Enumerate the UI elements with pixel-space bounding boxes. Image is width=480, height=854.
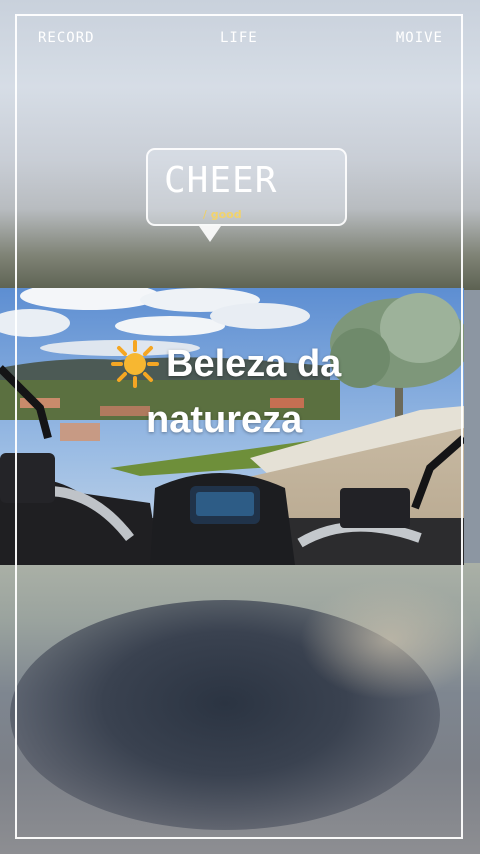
bubble-subtitle-text: good [210, 208, 242, 221]
nav-record[interactable]: RECORD [38, 30, 95, 46]
nav-movie[interactable]: MOIVE [396, 30, 443, 46]
caption-text-1: Beleza da [166, 343, 342, 385]
nav-life[interactable]: LIFE [220, 30, 258, 46]
sun-icon [110, 339, 160, 389]
bubble-title: CHEER [164, 160, 278, 201]
bubble-subtitle: / good [203, 208, 242, 221]
caption-line-1: Beleza da [110, 336, 410, 392]
caption-line-2: natureza [146, 399, 303, 441]
bubble-slash: / [203, 208, 207, 221]
photo-caption: Beleza da natureza [110, 336, 410, 448]
speech-bubble: CHEER / good [146, 148, 347, 226]
speech-bubble-tail [199, 226, 221, 242]
top-nav: RECORD LIFE MOIVE [0, 30, 480, 50]
